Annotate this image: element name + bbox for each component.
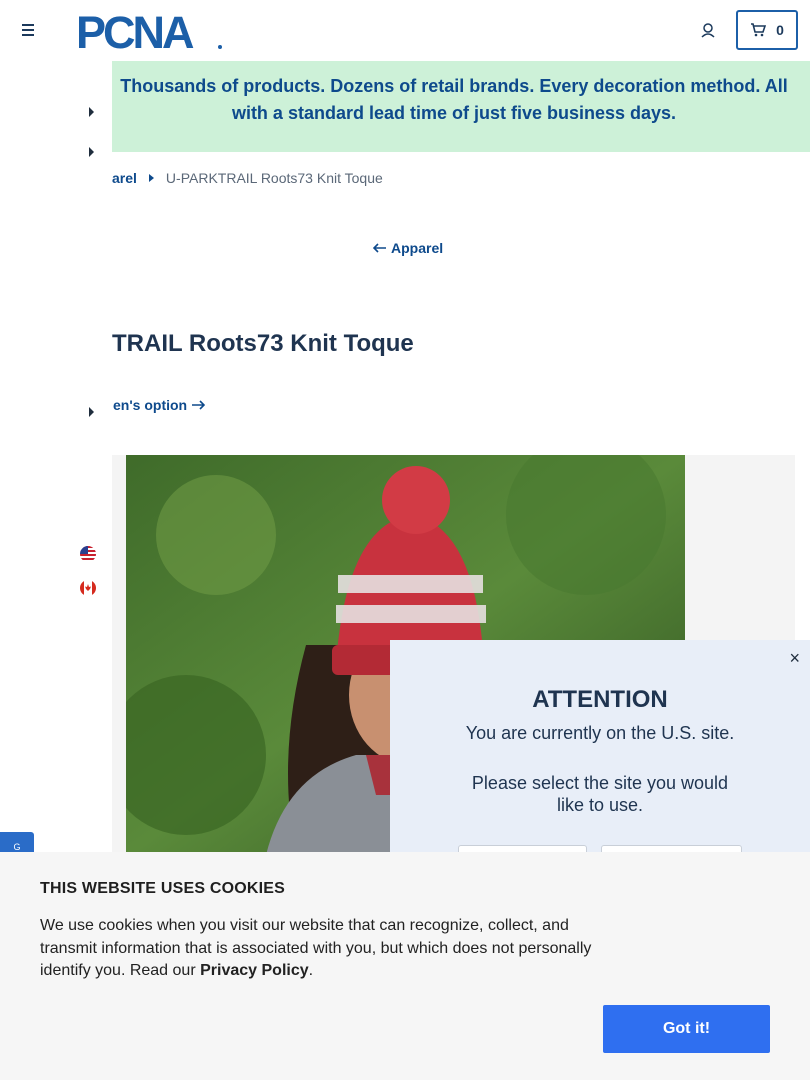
popup-title: ATTENTION [532,686,668,713]
svg-text:PCNA: PCNA [76,10,194,50]
back-link-label: Apparel [391,240,444,256]
cookie-title: THIS WEBSITE USES COOKIES [40,880,286,897]
promo-banner: Thousands of products. Dozens of retail … [112,61,810,152]
menu-icon[interactable] [18,20,38,40]
site-header: PCNA 0 [0,0,810,60]
arrow-right-icon [192,400,206,410]
us-flag-icon[interactable] [80,546,96,562]
nav-caret-icon[interactable] [89,107,94,117]
canada-flag-icon[interactable] [80,580,96,596]
cookie-text: We use cookies when you visit our websit… [40,915,610,983]
promo-line-1: Thousands of products. Dozens of retail … [120,76,788,96]
got-it-button[interactable]: Got it! [603,1005,770,1053]
nav-caret-icon[interactable] [89,407,94,417]
cart-button[interactable]: 0 [736,10,798,50]
cookie-body: We use cookies when you visit our websit… [40,917,592,979]
back-to-category-link[interactable]: Apparel [373,240,443,256]
popup-current-site: You are currently on the U.S. site. [465,723,735,743]
account-icon[interactable] [698,20,718,40]
close-icon[interactable]: × [789,648,800,669]
privacy-policy-link[interactable]: Privacy Policy [200,962,309,979]
page-title: TRAIL Roots73 Knit Toque [112,330,414,357]
popup-instruction: Please select the site you would like to… [471,773,729,815]
cart-count: 0 [776,22,784,38]
pcna-logo[interactable]: PCNA [76,10,224,50]
breadcrumb-parent[interactable]: arel [112,170,137,186]
nav-caret-icon[interactable] [89,147,94,157]
cart-icon [751,23,767,37]
breadcrumb-separator-icon [148,174,154,182]
breadcrumb: arel U-PARKTRAIL Roots73 Knit Toque [112,169,383,187]
option-link[interactable]: en's option [113,397,206,413]
breadcrumb-current: U-PARKTRAIL Roots73 Knit Toque [165,170,383,186]
promo-line-2: with a standard lead time of just five b… [231,103,677,123]
option-link-label: en's option [113,397,188,413]
site-select-popup: × ATTENTION You are currently on the U.S… [390,640,810,885]
arrow-left-icon [373,243,386,253]
cookie-period: . [308,962,314,979]
cookie-banner: THIS WEBSITE USES COOKIES We use cookies… [0,852,810,1080]
